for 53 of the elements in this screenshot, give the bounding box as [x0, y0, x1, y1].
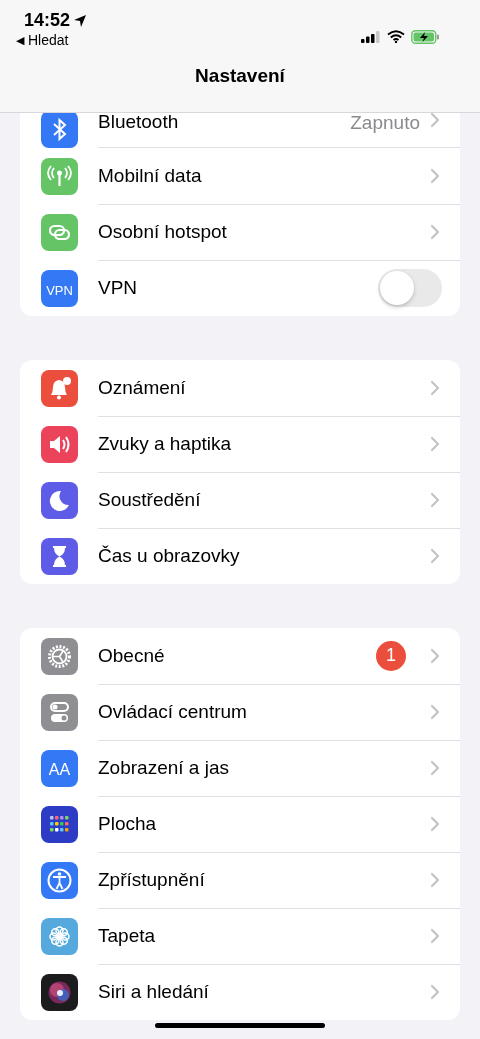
hourglass-icon [41, 537, 78, 575]
setting-label[interactable]: Obecné [98, 645, 366, 666]
chevron-icon [430, 379, 440, 396]
setting-value: Zapnuto [350, 112, 420, 134]
chevron-icon [430, 647, 440, 664]
setting-label[interactable]: VPN [98, 278, 368, 298]
text-size-icon: AA [41, 749, 78, 787]
setting-label[interactable]: Oznámení [98, 377, 420, 398]
chevron-icon [430, 548, 440, 564]
signal-icon [361, 30, 381, 43]
orb-icon [41, 973, 78, 1011]
chevron-icon [430, 815, 440, 832]
setting-label[interactable]: Zpřístupnění [98, 869, 420, 890]
setting-label[interactable]: Tapeta [98, 925, 420, 946]
setting-label[interactable]: Čas u obrazovky [98, 546, 420, 566]
chevron-icon [430, 871, 440, 888]
toggle-switch[interactable] [378, 269, 442, 307]
accessibility-icon [41, 861, 78, 899]
battery-charging-icon [411, 29, 440, 44]
toggles-icon [41, 693, 78, 731]
app-grid-icon [41, 805, 78, 843]
gear-icon [41, 637, 78, 675]
setting-label[interactable]: Bluetooth [98, 112, 341, 132]
wifi-icon [387, 30, 405, 43]
notification-badge: 1 [376, 640, 406, 671]
moon-icon [41, 481, 78, 519]
nav-title: Nastavení [194, 65, 286, 87]
antenna-icon [41, 157, 78, 195]
chevron-icon [430, 491, 440, 508]
vpn-icon: VPN [41, 269, 78, 307]
setting-label[interactable]: Soustředění [98, 489, 420, 510]
chevron-icon [430, 223, 440, 240]
setting-label[interactable]: Mobilní data [98, 165, 420, 186]
flower-icon [41, 917, 78, 955]
setting-label[interactable]: Zobrazení a jas [98, 757, 420, 778]
chevron-icon [430, 703, 440, 720]
location-arrow-icon [73, 13, 88, 28]
setting-label[interactable]: Zvuky a haptika [98, 433, 420, 454]
setting-label[interactable]: Ovládací centrum [98, 701, 420, 722]
chevron-icon [430, 759, 440, 776]
setting-label[interactable]: Plocha [98, 813, 420, 834]
chevron-icon [430, 167, 440, 184]
chevron-icon [430, 435, 440, 452]
bell-icon [41, 369, 78, 407]
speaker-icon [41, 425, 78, 463]
chain-link-icon [41, 213, 78, 251]
setting-label[interactable]: Siri a hledání [98, 982, 420, 1002]
setting-label[interactable]: Osobní hotspot [98, 221, 420, 242]
status-time: 14:52 [24, 10, 71, 31]
chevron-icon [430, 112, 440, 128]
chevron-icon [430, 927, 440, 944]
back-link[interactable]: ◀ Hledat [16, 32, 88, 49]
chevron-icon [430, 984, 440, 1000]
